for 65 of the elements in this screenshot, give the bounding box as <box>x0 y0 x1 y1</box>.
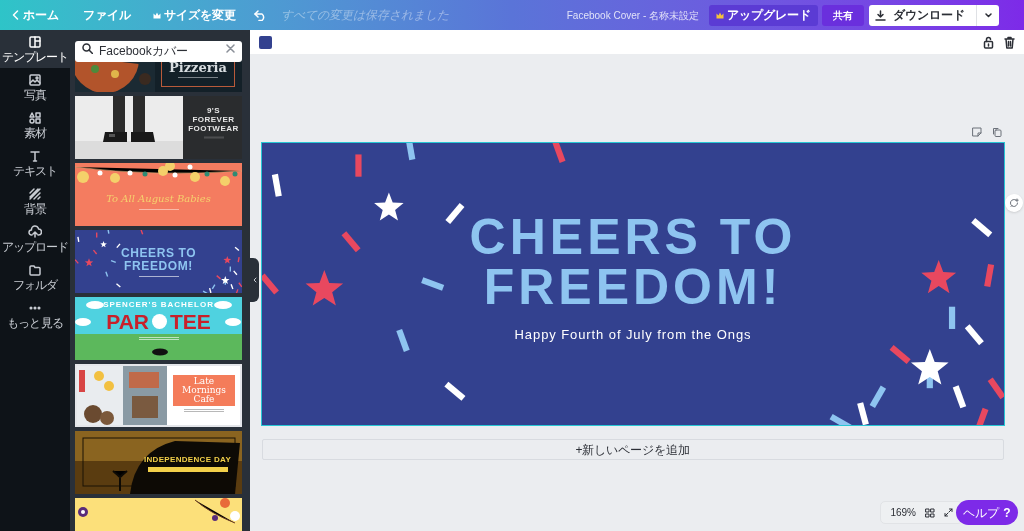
add-page-button[interactable]: +新しいページを追加 <box>262 439 1004 460</box>
template-title: FOOTWEAR <box>188 124 239 133</box>
design-subtitle: Happy Fourth of July from the Ongs <box>514 326 752 344</box>
note-icon[interactable] <box>972 127 982 137</box>
search-field[interactable]: Facebookカバー <box>75 41 242 62</box>
template-thumbnail[interactable]: 9'S FOREVER FOOTWEAR <box>75 96 242 159</box>
upgrade-button[interactable]: アップグレード <box>709 4 818 26</box>
help-button[interactable]: ヘルプ ? <box>956 500 1018 525</box>
sidebar-tab[interactable]: 写真 <box>0 68 70 106</box>
flower-icon <box>78 507 88 517</box>
template-title: Late <box>193 377 215 386</box>
template-title: FOREVER <box>192 115 235 124</box>
copy-icon[interactable] <box>992 127 1002 137</box>
sidebar-tab[interactable]: もっと見る <box>0 296 70 334</box>
chevron-down-icon <box>984 12 992 18</box>
expand-icon[interactable] <box>944 508 953 517</box>
download-button[interactable]: ダウンロード <box>869 4 999 26</box>
flower-branch-drawing <box>194 498 240 524</box>
template-title: Pizzeria <box>169 61 227 74</box>
share-button[interactable]: 共有 <box>822 4 864 26</box>
sidebar-tab[interactable]: テンプレート <box>0 30 70 68</box>
template-title: To All August Babies <box>106 194 211 204</box>
template-thumbnail[interactable]: INDEPENDENCE DAY <box>75 431 242 494</box>
template-title: Mornings <box>182 386 226 395</box>
trash-icon[interactable] <box>1004 35 1015 49</box>
template-title: FREEDOM! <box>124 260 193 273</box>
search-icon <box>82 43 93 54</box>
crown-icon <box>716 11 724 19</box>
template-title: PAR <box>106 311 149 332</box>
text-icon <box>28 149 42 163</box>
undo-icon <box>254 9 267 21</box>
collapse-handle[interactable] <box>250 258 259 302</box>
sidebar-tab[interactable]: フォルダ <box>0 258 70 296</box>
comment-add-icon <box>1009 198 1019 208</box>
design-heading: FREEDOM! <box>483 262 783 312</box>
sidebar-tab[interactable]: 素材 <box>0 106 70 144</box>
image-icon <box>28 73 42 87</box>
template-title: INDEPENDENCE DAY <box>143 456 232 464</box>
sidebar-tab[interactable]: アップロード <box>0 220 70 258</box>
comment-button[interactable] <box>1005 194 1023 212</box>
hatch-icon <box>28 187 42 201</box>
template-title: Cafe <box>193 395 215 404</box>
back-icon <box>12 10 19 20</box>
download-icon <box>875 9 886 21</box>
template-title: 9'S <box>206 106 221 115</box>
chevron-left-icon <box>252 277 257 283</box>
design-canvas[interactable]: CHEERS TO FREEDOM! Happy Fourth of July from the Ongs <box>262 143 1004 425</box>
cloud-upload-icon <box>28 225 42 239</box>
template-title: SPENCER'S BACHELOR <box>103 301 214 309</box>
template-title: CHEERS TO <box>120 247 197 260</box>
close-icon[interactable] <box>226 44 235 53</box>
template-thumbnail[interactable]: CHEERS TO FREEDOM! <box>75 230 242 293</box>
sidebar-tab[interactable]: 背景 <box>0 182 70 220</box>
design-heading: CHEERS TO <box>469 212 797 262</box>
sidebar-tab[interactable]: テキスト <box>0 144 70 182</box>
template-title: TEE <box>169 311 211 332</box>
zoom-level[interactable]: 169% <box>890 505 916 520</box>
document-title: Facebook Cover - 名称未設定 <box>566 8 699 23</box>
color-swatch[interactable] <box>259 35 272 49</box>
layout-icon <box>28 35 42 49</box>
lock-icon[interactable] <box>983 35 994 49</box>
grid-icon[interactable] <box>925 507 935 518</box>
shapes-icon <box>28 111 42 125</box>
crown-icon <box>153 11 161 19</box>
folder-icon <box>28 263 42 277</box>
